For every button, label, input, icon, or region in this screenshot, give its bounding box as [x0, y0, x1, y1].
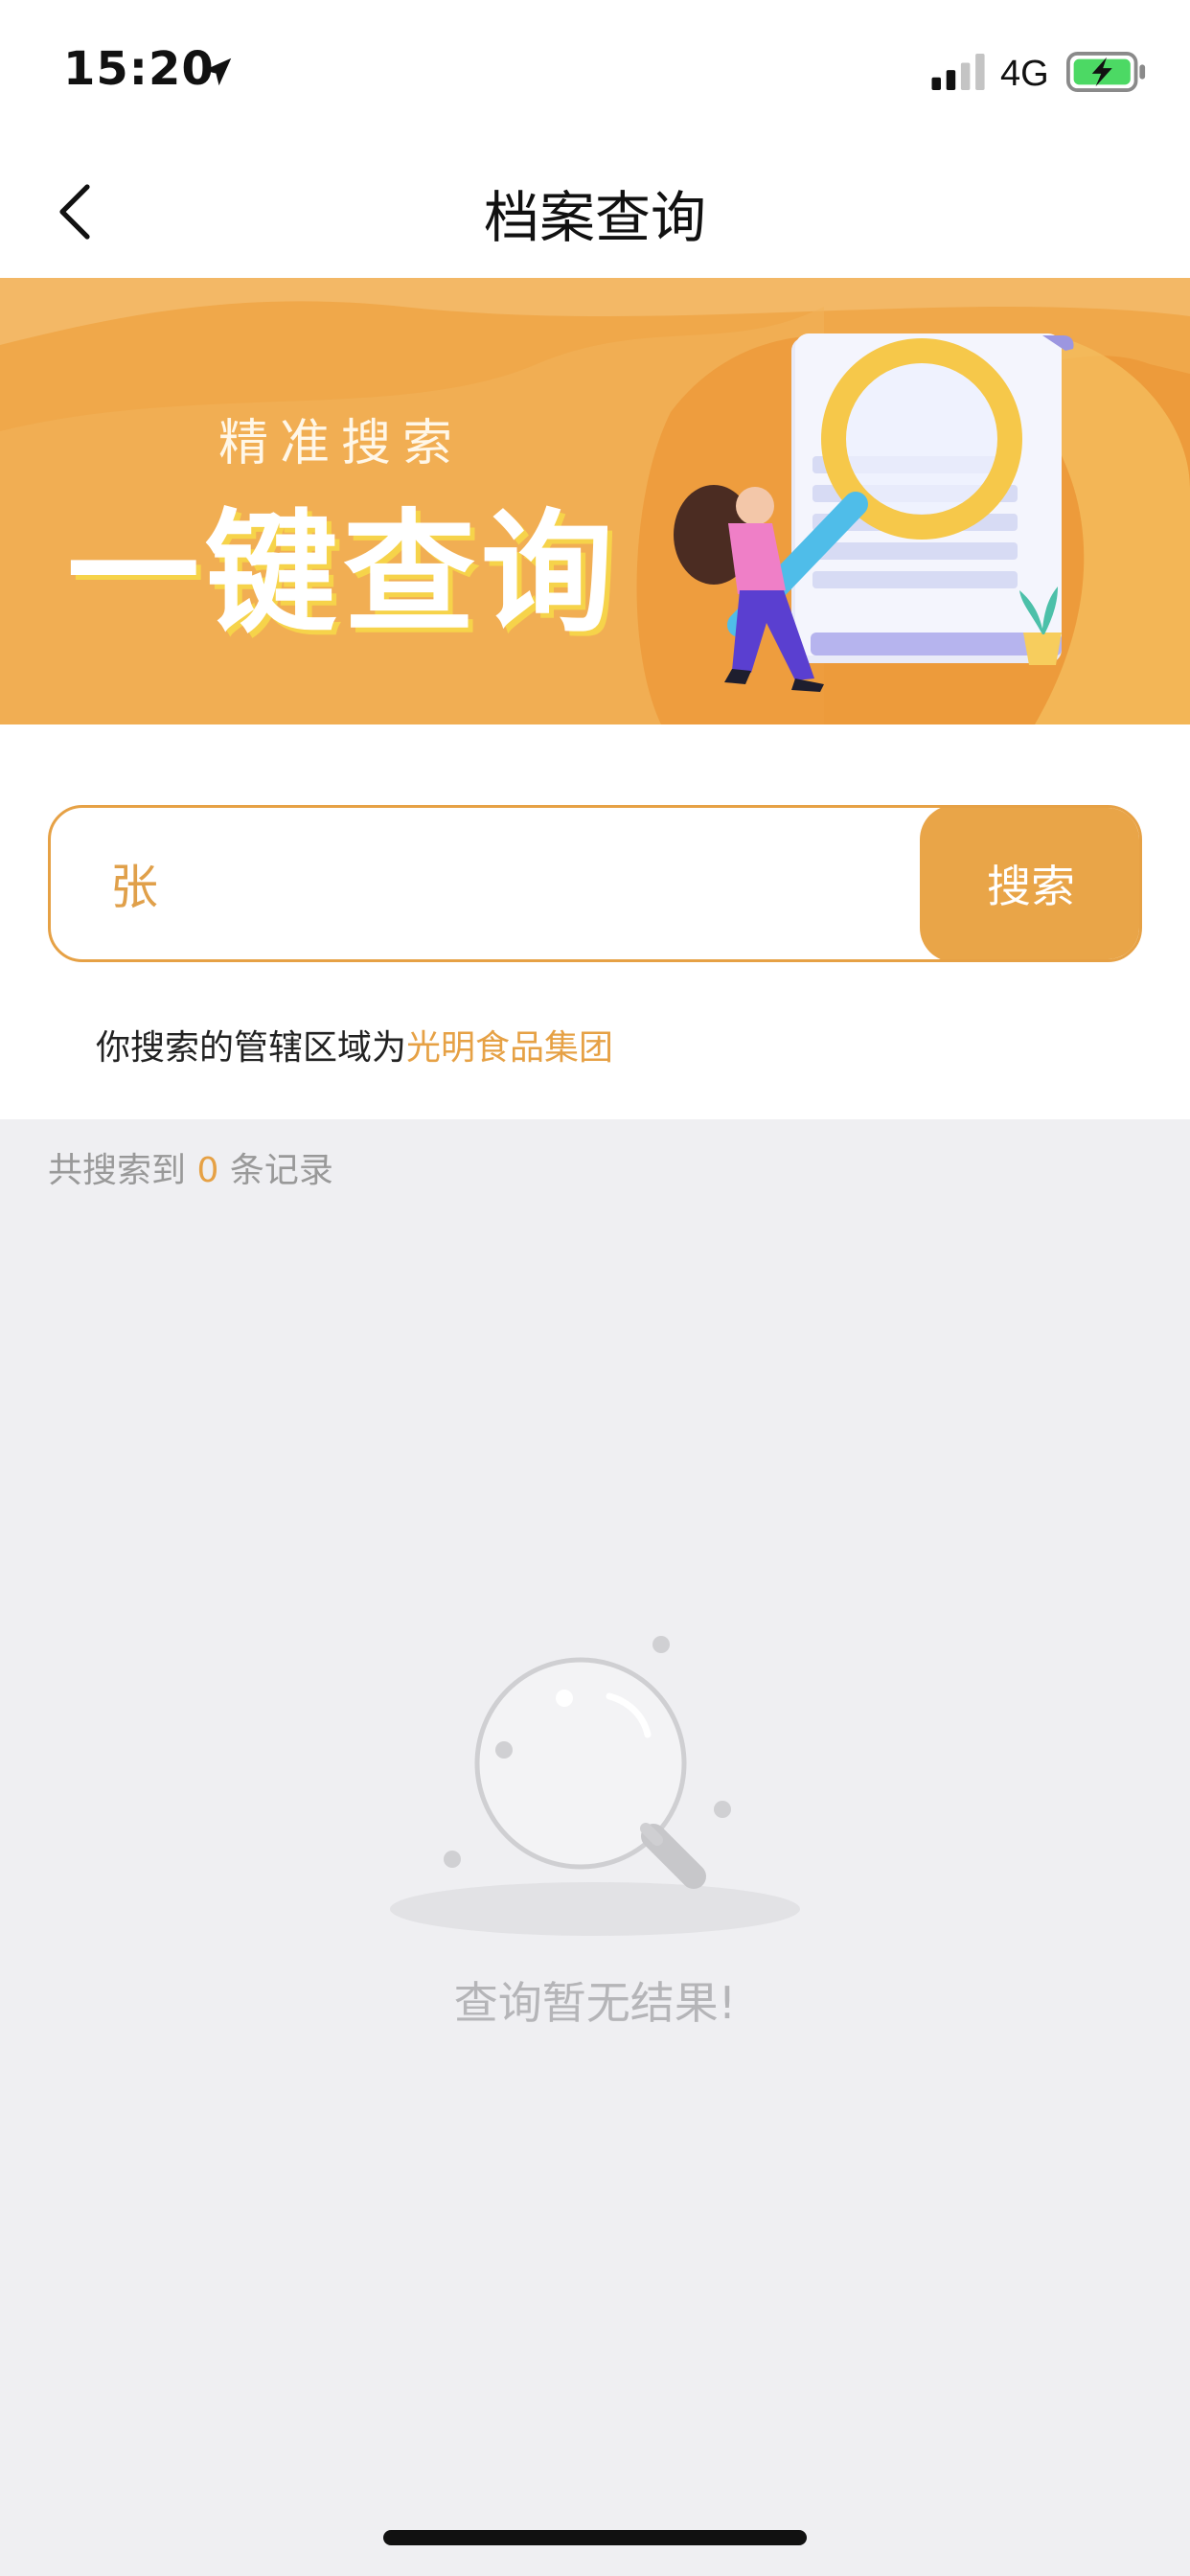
network-label: 4G: [1000, 54, 1049, 94]
result-count-number: 0: [196, 1151, 219, 1190]
region-name: 光明食品集团: [406, 1028, 614, 1068]
search-button[interactable]: 搜索: [920, 808, 1139, 959]
region-prefix: 你搜索的管辖区域为: [96, 1028, 407, 1068]
banner-title: 一键查询: [67, 496, 620, 651]
region-info: 你搜索的管辖区域为光明食品集团: [96, 1020, 613, 1070]
home-indicator: [383, 2530, 807, 2545]
banner-subtitle: 精准搜索: [218, 415, 465, 472]
page-title: 档案查询: [483, 185, 706, 250]
search-input[interactable]: [110, 808, 934, 959]
status-time: 15:20: [63, 42, 215, 96]
banner: 精准搜索 一键查询: [0, 278, 1190, 724]
search-section: 搜索 你搜索的管辖区域为光明食品集团: [0, 724, 1190, 1119]
empty-result-message: 查询暂无结果!: [453, 1977, 737, 2029]
result-count-prefix: 共搜索到: [48, 1151, 187, 1190]
search-box: 搜索: [48, 805, 1142, 962]
nav-bar: 档案查询: [0, 144, 1190, 278]
battery-charging-icon: [1066, 52, 1146, 92]
search-page: 15:20 4G 档案查询 精准搜索 一键查询 张 搜索 你搜索的管辖区域为光明…: [0, 0, 1190, 2576]
result-count: 共搜索到 0 条记录: [48, 1142, 333, 1192]
result-count-suffix: 条记录: [229, 1151, 333, 1190]
signal-icon: [931, 54, 985, 90]
status-bar: 15:20 4G: [0, 0, 1190, 144]
empty-search-icon: [390, 1636, 800, 1936]
location-arrow-icon: [203, 58, 232, 86]
